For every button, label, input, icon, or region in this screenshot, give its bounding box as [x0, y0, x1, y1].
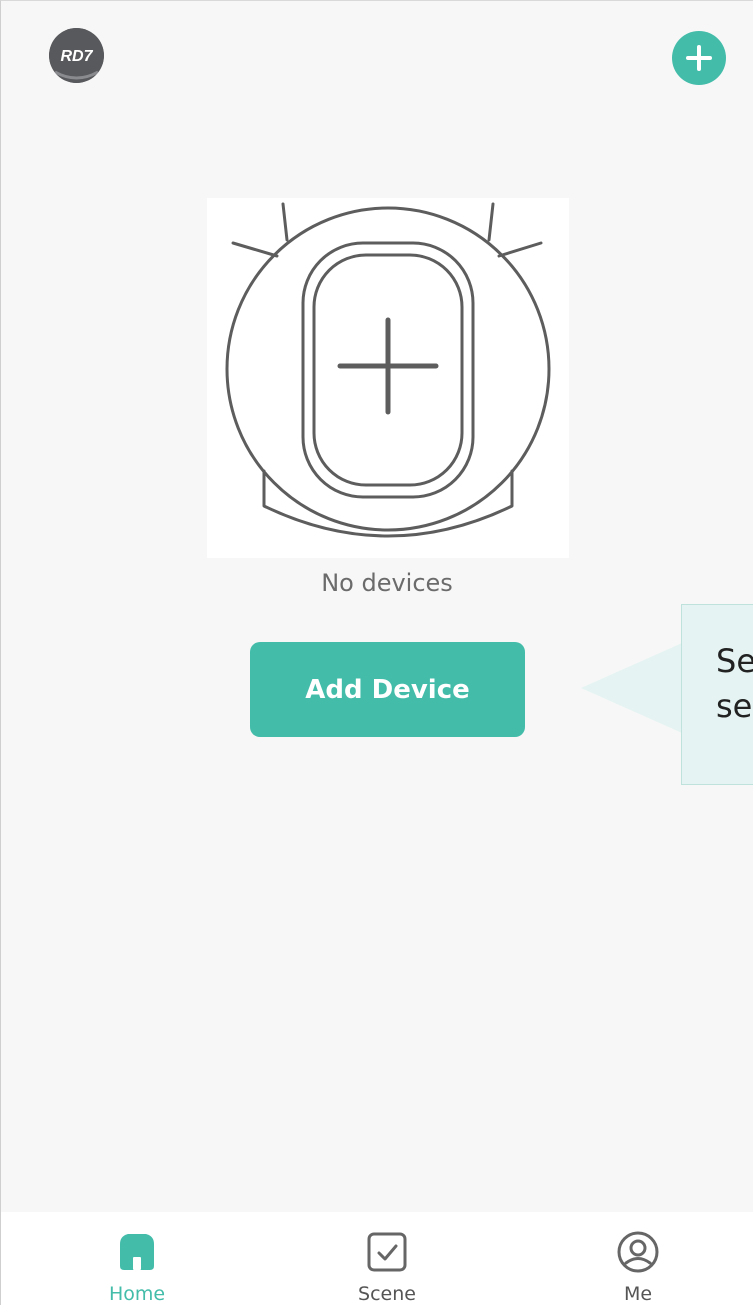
tab-scene-label: Scene [358, 1283, 416, 1305]
home-screen: RD7 No devices Add Device Se se Home Sce… [0, 0, 753, 1305]
callout-arrow [581, 643, 682, 733]
callout-line-1: Se [716, 642, 753, 680]
empty-state-illustration [207, 198, 569, 558]
add-device-top-button[interactable] [672, 31, 726, 85]
callout-line-2: se [716, 687, 753, 725]
checkbox-icon [367, 1232, 407, 1272]
tab-me[interactable]: Me [568, 1212, 708, 1305]
bottom-tab-bar: Home Scene Me [1, 1212, 753, 1305]
home-icon [120, 1234, 154, 1270]
tab-home[interactable]: Home [67, 1212, 207, 1305]
tooltip-callout[interactable]: Se se [681, 604, 753, 785]
brand-logo-text: RD7 [60, 48, 93, 65]
brand-avatar[interactable]: RD7 [49, 28, 104, 83]
tab-scene[interactable]: Scene [317, 1212, 457, 1305]
empty-state-message: No devices [321, 569, 453, 597]
add-device-button[interactable]: Add Device [250, 642, 525, 737]
user-icon [617, 1231, 659, 1273]
brand-logo-icon: RD7 [49, 28, 104, 83]
robot-vacuum-add-icon [225, 202, 551, 538]
tab-home-label: Home [108, 1283, 166, 1305]
tab-me-label: Me [623, 1283, 653, 1305]
